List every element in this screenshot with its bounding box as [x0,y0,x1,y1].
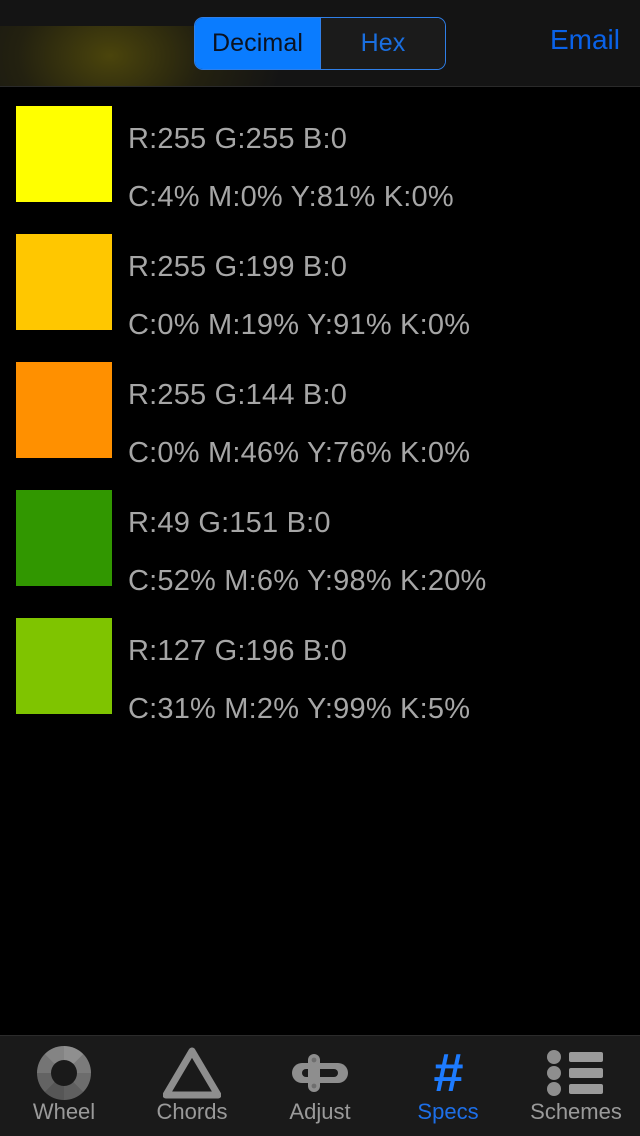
cmyk-value: C:4% M:0% Y:81% K:0% [128,181,454,213]
row-values: R:255 G:255 B:0 C:4% M:0% Y:81% K:0% [128,106,454,226]
color-swatch [16,106,112,202]
tab-specs[interactable]: # Specs [384,1036,512,1136]
tab-wheel[interactable]: Wheel [0,1036,128,1136]
cmyk-value: C:0% M:19% Y:91% K:0% [128,309,471,341]
color-swatch [16,234,112,330]
rgb-value: R:127 G:196 B:0 [128,635,348,667]
table-row[interactable]: R:49 G:151 B:0 C:52% M:6% Y:98% K:20% [0,490,640,618]
segment-hex[interactable]: Hex [320,18,445,69]
tab-adjust[interactable]: Adjust [256,1036,384,1136]
color-swatch [16,618,112,714]
tab-bar: Wheel Chords Adjust # Specs Schemes [0,1035,640,1136]
rgb-value: R:255 G:199 B:0 [128,251,348,283]
cmyk-value: C:31% M:2% Y:99% K:5% [128,693,471,725]
notation-segmented-control[interactable]: Decimal Hex [194,17,446,70]
table-row[interactable]: R:255 G:199 B:0 C:0% M:19% Y:91% K:0% [0,234,640,362]
rgb-value: R:255 G:255 B:0 [128,123,348,155]
color-swatch [16,490,112,586]
segment-decimal[interactable]: Decimal [195,18,320,69]
table-row[interactable]: R:255 G:255 B:0 C:4% M:0% Y:81% K:0% [0,106,640,234]
tab-label-wheel: Wheel [32,1099,96,1124]
row-values: R:49 G:151 B:0 C:52% M:6% Y:98% K:20% [128,490,487,610]
hash-icon: # [433,1043,463,1103]
row-values: R:127 G:196 B:0 C:31% M:2% Y:99% K:5% [128,618,470,738]
email-button[interactable]: Email [544,22,626,58]
row-values: R:255 G:144 B:0 C:0% M:46% Y:76% K:0% [128,362,470,482]
color-spec-list: R:255 G:255 B:0 C:4% M:0% Y:81% K:0% R:2… [0,87,640,1035]
row-values: R:255 G:199 B:0 C:0% M:19% Y:91% K:0% [128,234,470,354]
tab-label-adjust: Adjust [289,1099,351,1124]
rgb-value: R:49 G:151 B:0 [128,507,331,539]
tab-label-chords: Chords [156,1099,228,1124]
table-row[interactable]: R:255 G:144 B:0 C:0% M:46% Y:76% K:0% [0,362,640,490]
triangle-icon [163,1047,221,1099]
header-bar: Decimal Hex Email [0,0,640,87]
table-row[interactable]: R:127 G:196 B:0 C:31% M:2% Y:99% K:5% [0,618,640,746]
list-icon [545,1047,607,1099]
rgb-value: R:255 G:144 B:0 [128,379,348,411]
slider-icon [288,1047,352,1099]
tab-chords[interactable]: Chords [128,1036,256,1136]
app-root: Decimal Hex Email R:255 G:255 B:0 C:4% M… [0,0,640,1136]
tab-label-schemes: Schemes [530,1099,622,1124]
cmyk-value: C:52% M:6% Y:98% K:20% [128,565,487,597]
tab-label-specs: Specs [417,1099,479,1124]
cmyk-value: C:0% M:46% Y:76% K:0% [128,437,471,469]
color-wheel-icon [37,1046,91,1100]
color-swatch [16,362,112,458]
tab-schemes[interactable]: Schemes [512,1036,640,1136]
